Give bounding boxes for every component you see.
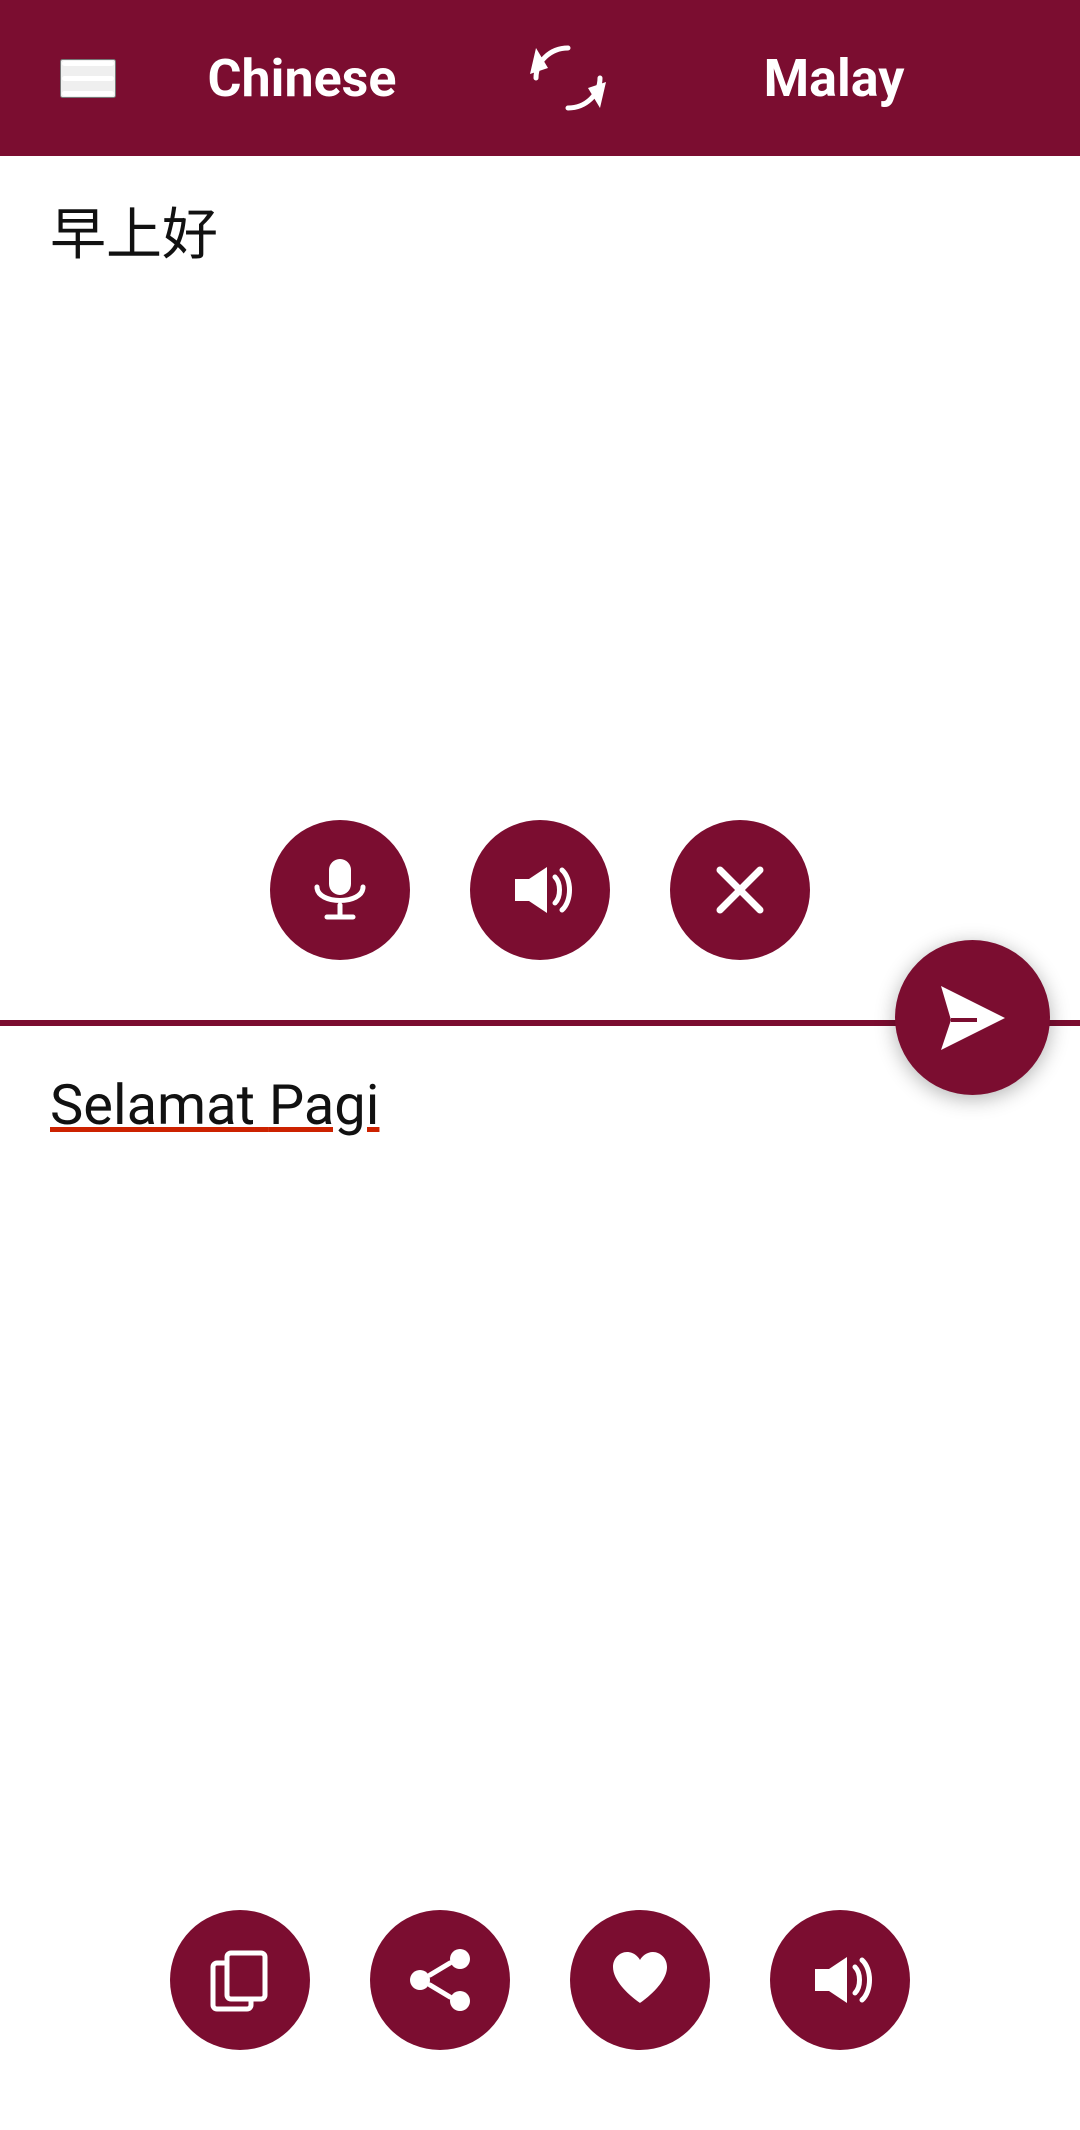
target-word-2: Pagi: [269, 1072, 380, 1138]
translate-button[interactable]: [895, 940, 1050, 1095]
source-text[interactable]: 早上好: [50, 196, 1030, 274]
target-speaker-button[interactable]: [770, 1910, 910, 2050]
clear-button[interactable]: [670, 820, 810, 960]
target-panel: Selamat Pagi: [0, 1026, 1080, 2130]
target-text[interactable]: Selamat Pagi: [50, 1066, 1030, 1144]
target-controls: [0, 1910, 1080, 2050]
menu-button[interactable]: [60, 59, 116, 98]
target-language-label[interactable]: Malay: [648, 48, 1020, 109]
swap-languages-button[interactable]: [528, 38, 608, 118]
share-button[interactable]: [370, 1910, 510, 2050]
source-language-label[interactable]: Chinese: [116, 48, 488, 109]
source-controls: [0, 820, 1080, 960]
favorite-button[interactable]: [570, 1910, 710, 2050]
source-speaker-button[interactable]: [470, 820, 610, 960]
microphone-button[interactable]: [270, 820, 410, 960]
target-word-1: Selamat: [50, 1072, 255, 1138]
app-header: Chinese Malay: [0, 0, 1080, 156]
source-panel: 早上好: [0, 156, 1080, 1026]
copy-button[interactable]: [170, 1910, 310, 2050]
